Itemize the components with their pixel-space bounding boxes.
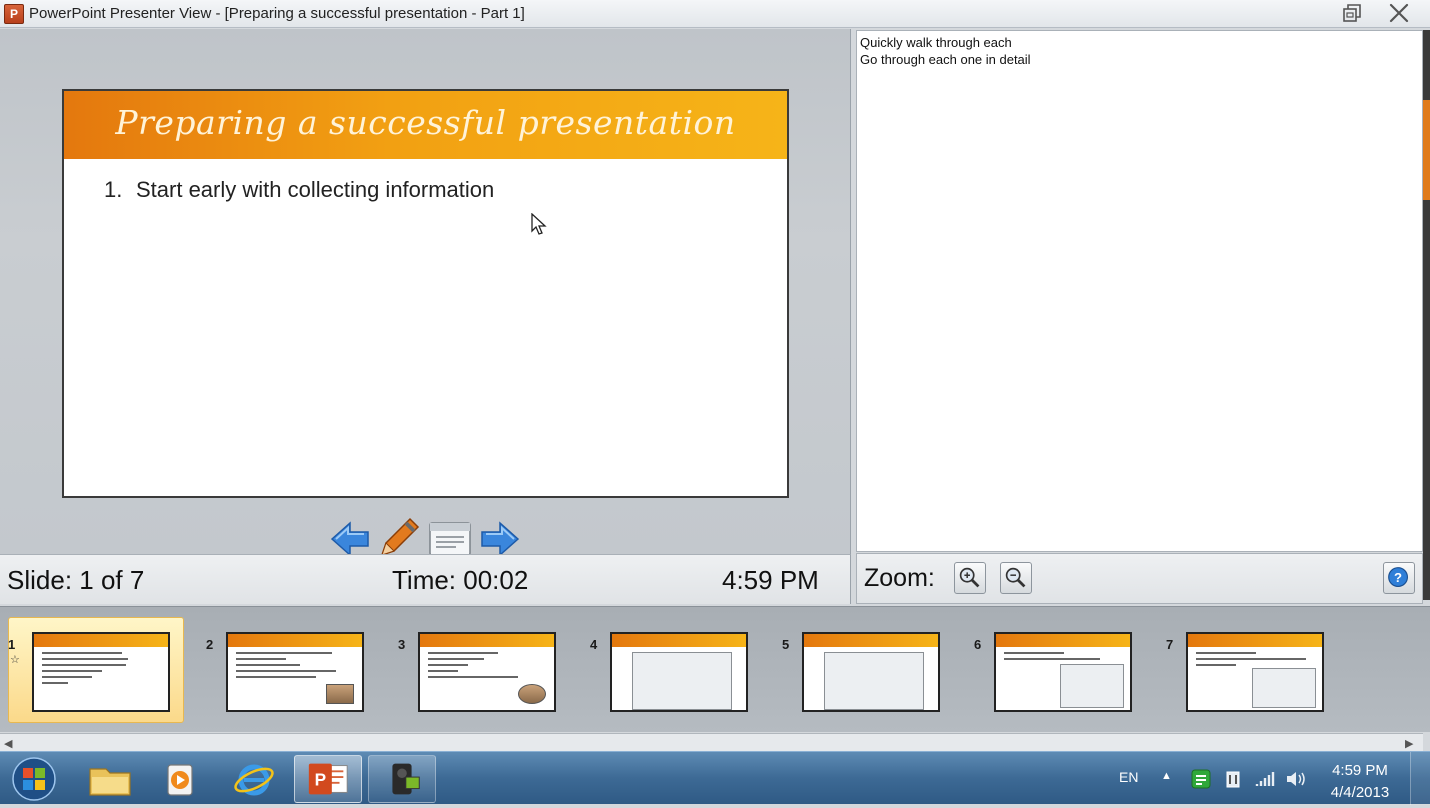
screen-options-button[interactable] [428,521,472,557]
slide-bullet: 1. Start early with collecting informatio… [104,177,494,203]
slide-thumbnail-3[interactable]: 3 [394,617,572,725]
signal-icon[interactable] [1254,768,1276,790]
thumbnail-image [32,632,170,712]
taskbar-clock[interactable]: 4:59 PM 4/4/2013 [1320,760,1400,804]
help-button[interactable]: ? [1383,562,1415,594]
thumbnail-image [418,632,556,712]
title-bar: P PowerPoint Presenter View - [Preparing… [0,0,1430,28]
svg-text:?: ? [1394,570,1402,585]
bullet-text: Start early with collecting information [136,177,495,202]
zoom-in-icon [959,567,980,588]
thumbnail-number: 7 [1166,637,1174,652]
scroll-left-icon[interactable]: ◀ [4,737,12,750]
show-desktop-button[interactable] [1410,752,1430,805]
thumbnail-number: 2 [206,637,214,652]
zoom-out-button[interactable] [1000,562,1032,594]
show-hidden-icons[interactable]: ▲ [1161,770,1172,782]
media-player-icon [167,764,193,796]
file-explorer-taskbar-button[interactable] [76,755,144,803]
green-app-icon[interactable] [1190,768,1212,790]
current-time: 4:59 PM [722,565,819,595]
windows-taskbar: P EN ▲ 4:59 PM 4/4/2013 [0,751,1430,805]
file-explorer-icon [89,768,131,796]
restore-icon[interactable] [1340,2,1366,24]
language-indicator[interactable]: EN [1119,769,1138,785]
powerpoint-icon: P [308,763,348,795]
slide-counter: Slide: 1 of 7 [7,565,145,595]
slide-title-banner: Preparing a successful presentation [64,91,787,159]
media-player-taskbar-button[interactable] [146,755,214,803]
help-icon: ? [1388,567,1408,587]
network-device-icon[interactable] [1222,768,1244,790]
thumbnail-image [802,632,940,712]
camera-app-taskbar-button[interactable] [368,755,436,803]
zoom-out-icon [1005,567,1026,588]
thumbnail-image [610,632,748,712]
internet-explorer-icon [234,764,274,796]
slide-thumbnail-2[interactable]: 2 [202,617,380,725]
thumbnail-number: 4 [590,637,598,652]
current-slide: Preparing a successful presentation 1. St… [62,89,789,498]
slide-title: Preparing a successful presentation [115,103,736,142]
volume-icon[interactable] [1284,768,1308,790]
thumbnail-number: 5 [782,637,790,652]
elapsed-timer: Time: 00:02 [392,565,529,595]
thumbnail-number: 6 [974,637,982,652]
mouse-cursor-icon [531,213,547,235]
zoom-label: Zoom: [864,564,935,592]
taskbar-time: 4:59 PM [1332,762,1388,779]
scroll-right-icon[interactable]: ▶ [1405,737,1413,750]
thumbnail-number: 3 [398,637,406,652]
thumbnail-image [994,632,1132,712]
slide-thumbnail-6[interactable]: 6 [970,617,1148,725]
note-line: Go through each one in detail [860,52,1031,67]
thumbnail-image [1186,632,1324,712]
powerpoint-taskbar-button[interactable]: P [294,755,362,803]
next-slide-button[interactable] [480,519,520,559]
close-icon[interactable] [1386,2,1412,24]
zoom-in-button[interactable] [954,562,986,594]
thumbnail-image [226,632,364,712]
windows-start-icon[interactable] [10,756,58,802]
powerpoint-icon: P [4,4,24,24]
thumbnail-number: 1 [8,637,16,652]
scroll-accent [1423,100,1430,200]
internet-explorer-taskbar-button[interactable] [220,755,288,803]
slide-thumbnail-5[interactable]: 5 [778,617,956,725]
speaker-notes[interactable]: Quickly walk through each Go through eac… [856,30,1423,552]
zoom-bar: Zoom: ? [856,553,1423,604]
note-line: Quickly walk through each [860,35,1012,50]
previous-slide-button[interactable] [330,519,370,559]
current-slide-pane: Preparing a successful presentation 1. St… [0,29,851,557]
camera-app-icon [392,763,420,795]
thumbnail-scrollbar[interactable]: ◀ ▶ [0,733,1423,751]
star-icon: ☆ [10,654,20,666]
slide-thumbnail-strip: 1 ☆ 2 3 4 5 6 7 [0,606,1430,732]
taskbar-date: 4/4/2013 [1330,784,1390,801]
status-bar: Slide: 1 of 7 Time: 00:02 4:59 PM [0,554,851,604]
window-title: PowerPoint Presenter View - [Preparing a… [29,5,525,22]
slide-thumbnail-4[interactable]: 4 [586,617,764,725]
svg-text:P: P [315,770,327,790]
slide-thumbnail-1[interactable]: 1 ☆ [4,617,184,725]
bullet-number: 1. [104,177,123,202]
slide-thumbnail-7[interactable]: 7 [1162,617,1340,725]
